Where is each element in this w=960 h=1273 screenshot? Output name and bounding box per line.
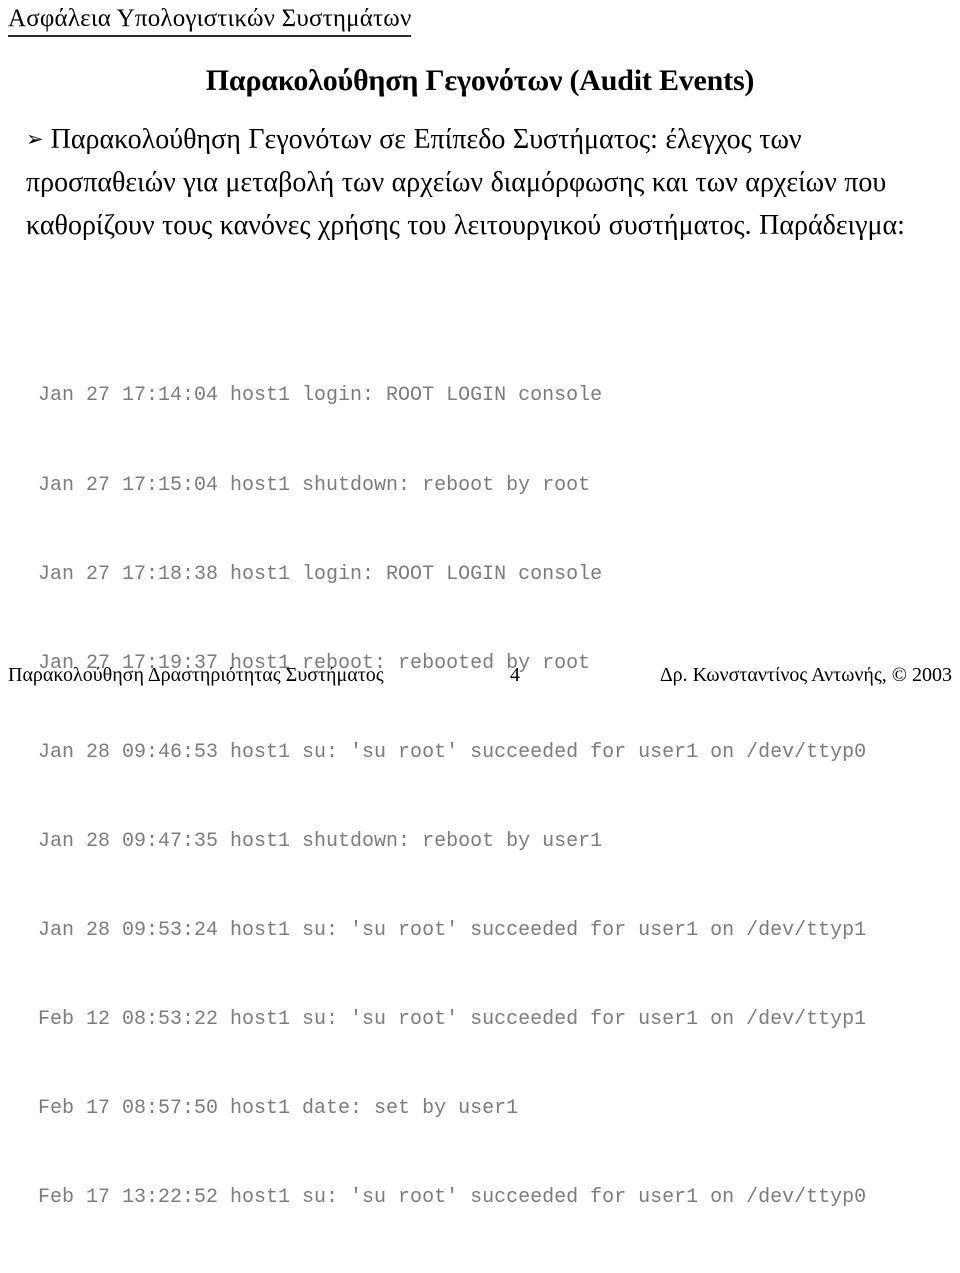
slide-running-header-text: Ασφάλεια Υπολογιστικών Συστημάτων [8,4,412,37]
slide-title: Παρακολούθηση Γεγονότων (Audit Events) [205,64,755,97]
log-line: Feb 17 08:57:50 host1 date: set by user1 [38,1097,519,1121]
log-line: Jan 28 09:46:53 host1 su: 'su root' succ… [38,740,867,764]
footer-page-number: 4 [510,664,520,686]
log-line: Jan 28 09:53:24 host1 su: 'su root' succ… [38,919,867,943]
slide-running-header: Ασφάλεια Υπολογιστικών Συστημάτων [8,4,412,37]
bullet-item: ➢ Παρακολούθηση Γεγονότων σε Επίπεδο Συστ… [26,118,938,247]
log-line: Feb 12 08:53:22 host1 su: 'su root' succ… [38,1008,867,1032]
bullet-item-label: Παρακολούθηση Γεγονότων σε Επίπεδο Συστή… [26,124,905,241]
body-content: ➢ Παρακολούθηση Γεγονότων σε Επίπεδο Συστ… [26,118,938,247]
log-line: Jan 27 17:18:38 host1 login: ROOT LOGIN … [38,562,603,586]
footer-section-title: Παρακολούθηση Δραστηριότητας Συστήματος [8,664,384,686]
audit-log-listing: Jan 27 17:14:04 host1 login: ROOT LOGIN … [38,322,866,1273]
log-line: Jan 28 09:47:35 host1 shutdown: reboot b… [38,829,603,853]
slide: Ασφάλεια Υπολογιστικών Συστημάτων Παρακο… [0,0,960,1209]
arrow-bullet-icon: ➢ [26,127,44,151]
log-line: Jan 27 17:15:04 host1 shutdown: reboot b… [38,473,591,497]
log-line: Feb 17 13:22:52 host1 su: 'su root' succ… [38,1186,867,1210]
footer-author-copyright: Δρ. Κωνσταντίνος Αντωνής, © 2003 [659,664,952,686]
log-line: Jan 27 17:14:04 host1 login: ROOT LOGIN … [38,384,603,408]
slide-footer: Παρακολούθηση Δραστηριότητας Συστήματος … [0,660,960,690]
